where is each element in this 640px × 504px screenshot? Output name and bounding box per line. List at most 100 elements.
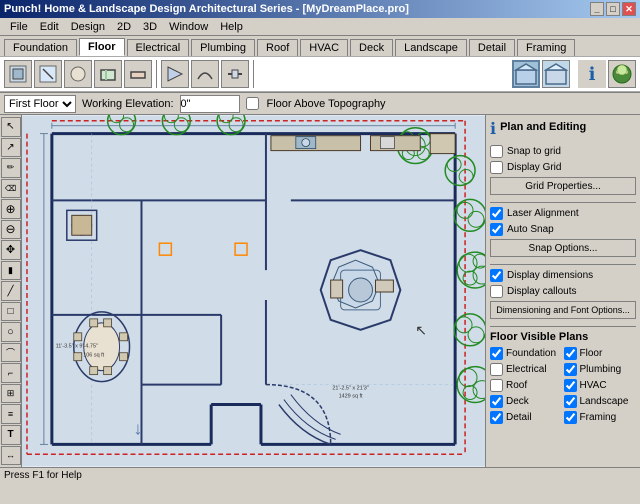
3d-view-1[interactable] [512,60,540,88]
toolbar-btn-6[interactable] [161,60,189,88]
display-dimensions-checkbox[interactable] [490,269,503,282]
floor-select[interactable]: First Floor [4,95,76,113]
menu-help[interactable]: Help [214,19,249,35]
toolbar-btn-8[interactable] [221,60,249,88]
tool-zoom[interactable]: ⊕ [1,199,21,219]
divider-2 [490,264,636,265]
fv-floor-checkbox[interactable] [564,347,577,360]
floor-above-label: Floor Above Topography [267,98,386,110]
fv-plumbing-checkbox[interactable] [564,363,577,376]
fv-detail-label: Detail [506,412,532,423]
display-dim-label: Display dimensions [507,270,593,281]
tab-deck[interactable]: Deck [350,39,393,56]
display-dim-row: Display dimensions [490,269,636,282]
tool-pencil[interactable]: ✏ [1,158,21,178]
menu-window[interactable]: Window [163,19,214,35]
toolbar-btn-5[interactable] [124,60,152,88]
floor-visible-hvac: HVAC [564,379,637,392]
dim-font-btn[interactable]: Dimensioning and Font Options... [490,301,636,319]
tool-line[interactable]: ╱ [1,281,21,301]
tab-landscape[interactable]: Landscape [395,39,467,56]
menu-3d[interactable]: 3D [137,19,163,35]
laser-alignment-label: Laser Alignment [507,208,579,219]
tool-pointer[interactable]: ↗ [1,138,21,158]
statusbar: Press F1 for Help [0,467,640,483]
tab-floor[interactable]: Floor [79,38,125,56]
tool-circle[interactable]: ○ [1,322,21,342]
toolbar-btn-2[interactable] [34,60,62,88]
tool-pan[interactable]: ✥ [1,240,21,260]
fv-landscape-checkbox[interactable] [564,395,577,408]
floor-visible-framing: Framing [564,411,637,424]
grid-properties-btn[interactable]: Grid Properties... [490,177,636,195]
tab-hvac[interactable]: HVAC [300,39,348,56]
divider-3 [490,326,636,327]
tool-erase[interactable]: ⌫ [1,179,21,199]
fv-deck-checkbox[interactable] [490,395,503,408]
floor-above-checkbox[interactable] [246,97,259,110]
snap-grid-row: Snap to grid [490,145,636,158]
toolbar-btn-1[interactable] [4,60,32,88]
laser-alignment-checkbox[interactable] [490,207,503,220]
fv-framing-checkbox[interactable] [564,411,577,424]
main-area: ↖ ↗ ✏ ⌫ ⊕ ⊖ ✥ ▮ ╱ □ ○ ⌒ ⌐ ⊞ ≡ T ↔ [0,115,640,467]
tool-zoom-out[interactable]: ⊖ [1,220,21,240]
titlebar-controls: _ □ ✕ [590,2,636,16]
3d-view-2[interactable] [542,60,570,88]
minimize-button[interactable]: _ [590,2,604,16]
fv-hvac-checkbox[interactable] [564,379,577,392]
svg-text:106 sq ft: 106 sq ft [83,353,104,359]
tab-electrical[interactable]: Electrical [127,39,190,56]
fv-floor-label: Floor [580,348,603,359]
tab-roof[interactable]: Roof [257,39,298,56]
tool-dim[interactable]: ↔ [1,446,21,466]
floor-visible-floor: Floor [564,347,637,360]
display-grid-row: Display Grid [490,161,636,174]
display-grid-checkbox[interactable] [490,161,503,174]
working-elevation-label: Working Elevation: [82,98,174,110]
tab-plumbing[interactable]: Plumbing [191,39,255,56]
fv-detail-checkbox[interactable] [490,411,503,424]
tool-rect[interactable]: □ [1,302,21,322]
menu-design[interactable]: Design [65,19,111,35]
menu-edit[interactable]: Edit [34,19,65,35]
tool-arc[interactable]: ⌒ [1,343,21,363]
floor-visible-roof: Roof [490,379,563,392]
tab-framing[interactable]: Framing [517,39,575,56]
display-callouts-checkbox[interactable] [490,285,503,298]
fv-foundation-checkbox[interactable] [490,347,503,360]
elevation-bar: First Floor Working Elevation: Floor Abo… [0,93,640,115]
info-btn[interactable]: ℹ [578,60,606,88]
settings-btn[interactable] [608,60,636,88]
close-button[interactable]: ✕ [622,2,636,16]
tool-door[interactable]: ⌐ [1,363,21,383]
floor-plan-svg: 11'-3.5" x 9'-4.75" 106 sq ft 21'-2.5" x… [22,115,485,467]
auto-snap-row: Auto Snap [490,223,636,236]
snap-grid-checkbox[interactable] [490,145,503,158]
tool-wall[interactable]: ▮ [1,261,21,281]
tool-stair[interactable]: ≡ [1,404,21,424]
floor-visible-deck: Deck [490,395,563,408]
tool-select[interactable]: ↖ [1,117,21,137]
auto-snap-checkbox[interactable] [490,223,503,236]
fv-roof-checkbox[interactable] [490,379,503,392]
working-elevation-input[interactable] [180,95,240,113]
svg-text:21'-2.5" x 21'3": 21'-2.5" x 21'3" [332,386,368,392]
menu-file[interactable]: File [4,19,34,35]
toolbar-area: Foundation Floor Electrical Plumbing Roo… [0,36,640,93]
toolbar-btn-7[interactable] [191,60,219,88]
menu-2d[interactable]: 2D [111,19,137,35]
toolbar-btn-3[interactable] [64,60,92,88]
toolbar-btn-4[interactable] [94,60,122,88]
tab-foundation[interactable]: Foundation [4,39,77,56]
tool-window[interactable]: ⊞ [1,384,21,404]
tab-detail[interactable]: Detail [469,39,515,56]
snap-options-btn[interactable]: Snap Options... [490,239,636,257]
svg-text:↓: ↓ [134,418,143,438]
toolbar-tabs: Foundation Floor Electrical Plumbing Roo… [0,36,640,56]
fv-electrical-checkbox[interactable] [490,363,503,376]
toolbar-group-2 [161,60,254,88]
fv-roof-label: Roof [506,380,527,391]
maximize-button[interactable]: □ [606,2,620,16]
tool-text[interactable]: T [1,425,21,445]
